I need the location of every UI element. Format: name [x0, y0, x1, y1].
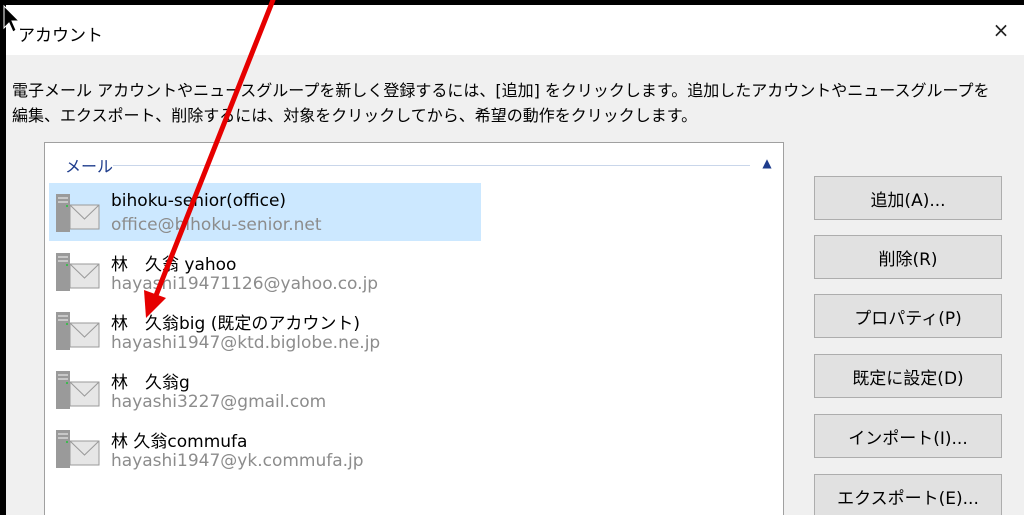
account-name: 林 久翁 yahoo [111, 255, 237, 275]
add-button[interactable]: 追加(A)... [814, 176, 1002, 220]
instructions-line-1: 電子メール アカウントやニュースグループを新しく登録するには、[追加] をクリッ… [12, 81, 990, 100]
close-icon: × [992, 18, 1010, 42]
account-name: bihoku-senior(office) [111, 191, 287, 211]
chevron-up-icon[interactable]: ▲ [754, 153, 780, 173]
remove-button[interactable]: 削除(R) [814, 235, 1002, 279]
mail-account-icon [56, 312, 100, 350]
properties-button[interactable]: プロパティ(P) [814, 294, 1002, 338]
mail-account-icon [56, 253, 100, 291]
account-list[interactable]: メール ▲ bihoku-senior(office) office@bihok… [44, 142, 784, 515]
export-button[interactable]: エクスポート(E)... [814, 474, 1002, 515]
mail-account-icon [56, 194, 100, 232]
window-title: アカウント [18, 26, 103, 46]
account-item[interactable]: bihoku-senior(office) office@bihoku-seni… [49, 183, 481, 241]
account-email: hayashi1947@ktd.biglobe.ne.jp [111, 333, 381, 353]
account-email: hayashi1947@yk.commufa.jp [111, 451, 364, 471]
account-name: 林 久翁g [111, 373, 190, 393]
accounts-dialog: アカウント × 電子メール アカウントやニュースグループを新しく登録するには、[… [6, 5, 1024, 515]
account-name: 林 久翁big (既定のアカウント) [111, 314, 360, 334]
title-bar: アカウント × [6, 5, 1024, 55]
close-button[interactable]: × [978, 5, 1024, 55]
set-default-button[interactable]: 既定に設定(D) [814, 354, 1002, 398]
account-email: hayashi3227@gmail.com [111, 392, 327, 412]
import-button[interactable]: インポート(I)... [814, 414, 1002, 458]
screen: アカウント × 電子メール アカウントやニュースグループを新しく登録するには、[… [0, 0, 1024, 515]
group-divider [113, 165, 750, 166]
account-item[interactable]: 林 久翁big (既定のアカウント) hayashi1947@ktd.biglo… [49, 301, 481, 359]
mail-account-icon [56, 371, 100, 409]
account-item[interactable]: 林 久翁 yahoo hayashi19471126@yahoo.co.jp [49, 242, 481, 300]
mail-group-label: メール [65, 153, 120, 177]
account-email: office@bihoku-senior.net [111, 215, 322, 235]
account-item[interactable]: 林 久翁g hayashi3227@gmail.com [49, 360, 481, 418]
account-email: hayashi19471126@yahoo.co.jp [111, 274, 379, 294]
mail-account-icon [56, 430, 100, 468]
mail-group-header[interactable]: メール ▲ [65, 153, 780, 177]
account-item[interactable]: 林 久翁commufa hayashi1947@yk.commufa.jp [49, 419, 481, 477]
instructions-line-2: 編集、エクスポート、削除するには、対象をクリックしてから、希望の動作をクリックし… [12, 106, 698, 125]
account-name: 林 久翁commufa [111, 432, 248, 452]
instructions-text: 電子メール アカウントやニュースグループを新しく登録するには、[追加] をクリッ… [12, 78, 1017, 128]
